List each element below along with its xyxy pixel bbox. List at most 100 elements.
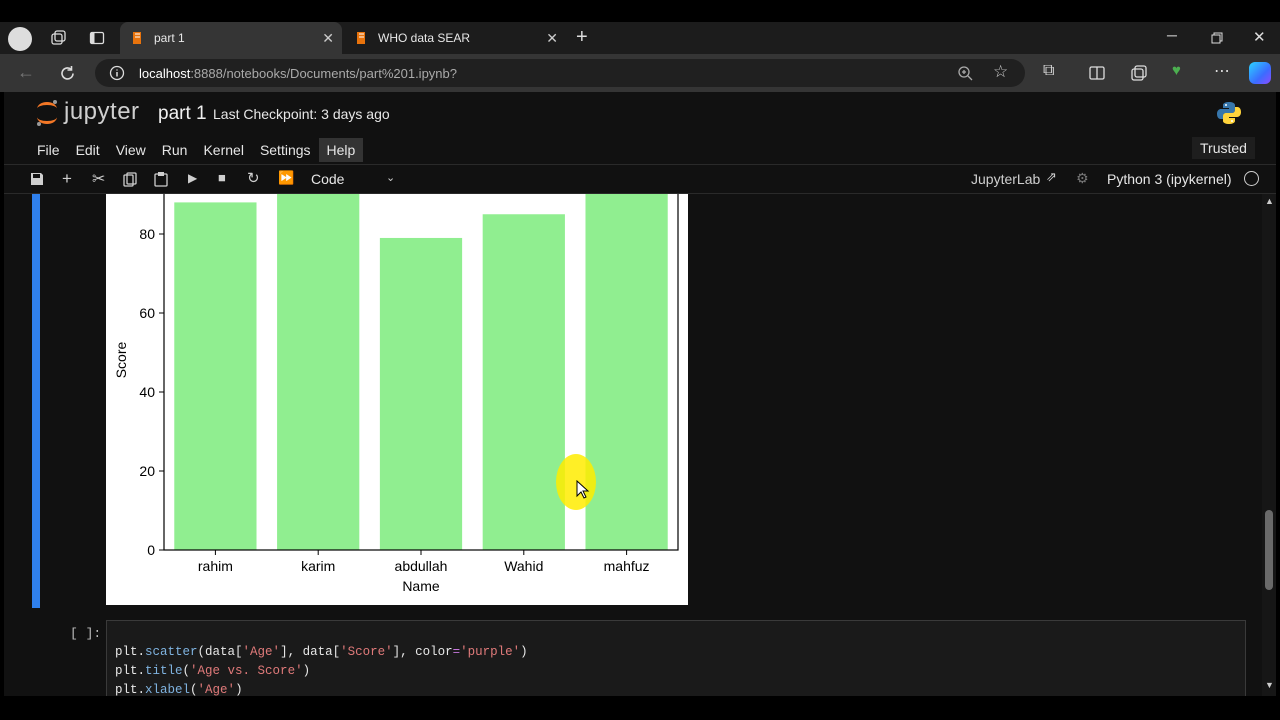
code-token: (data[ bbox=[197, 645, 243, 659]
notebook-area: 0 20 40 60 80 rahim karim abdullah Wahid mahfuz … bbox=[4, 194, 1276, 696]
code-token: plt. bbox=[115, 645, 146, 659]
code-cell-editor[interactable]: plt.scatter(data['Age'], data['Score'], … bbox=[106, 620, 1246, 696]
site-info-icon[interactable] bbox=[109, 65, 125, 81]
restart-run-all-icon[interactable]: ⏩ bbox=[278, 170, 294, 186]
chevron-down-icon[interactable]: ⌄ bbox=[386, 171, 395, 184]
extensions-icon[interactable]: ⧉ bbox=[1043, 62, 1054, 80]
active-cell-indicator[interactable] bbox=[32, 194, 40, 608]
code-token: ) bbox=[302, 664, 311, 678]
y-tick-label: 40 bbox=[139, 384, 155, 400]
external-link-icon[interactable]: ⇗ bbox=[1046, 169, 1057, 185]
close-tab-icon[interactable]: ✕ bbox=[546, 30, 558, 47]
notebook-scrollbar[interactable]: ▲ ▼ bbox=[1262, 194, 1276, 696]
menu-file[interactable]: File bbox=[29, 138, 68, 162]
scrollbar-thumb[interactable] bbox=[1265, 510, 1273, 590]
back-icon[interactable]: ← bbox=[17, 62, 35, 83]
bar-chart: 020406080 rahim karim abdullah Wahid mahfuz … bbox=[113, 194, 679, 594]
code-line: plt.scatter(data['Age'], data['Score'], … bbox=[115, 645, 528, 659]
close-window-icon[interactable]: ✕ bbox=[1253, 28, 1266, 46]
copilot-icon[interactable] bbox=[1249, 62, 1271, 84]
zoom-icon[interactable] bbox=[957, 65, 973, 81]
tab-who-data-sear[interactable]: WHO data SEAR ✕ bbox=[344, 22, 566, 54]
menu-view[interactable]: View bbox=[108, 138, 154, 162]
paste-icon[interactable] bbox=[154, 171, 168, 187]
address-bar[interactable]: localhost:8888/notebooks/Documents/part%… bbox=[95, 59, 1025, 87]
jupyter-logo-text: jupyter bbox=[64, 98, 140, 125]
code-line: plt.xlabel('Age') bbox=[115, 683, 243, 696]
kernel-name[interactable]: Python 3 (ipykernel) bbox=[1107, 171, 1232, 187]
scroll-up-icon[interactable]: ▲ bbox=[1265, 196, 1274, 206]
bar-mahfuz bbox=[585, 194, 668, 550]
browser-essentials-icon[interactable]: ♥ bbox=[1172, 62, 1181, 79]
run-cell-icon[interactable]: ▶ bbox=[188, 171, 197, 185]
notebook-toolbar: + ✂ ▶ ■ ↻ ⏩ Code ⌄ JupyterLab ⇗ ⚙ Python… bbox=[4, 164, 1276, 194]
checkpoint-status: Last Checkpoint: 3 days ago bbox=[213, 106, 390, 122]
cell-type-select[interactable]: Code bbox=[311, 171, 344, 187]
code-token: plt. bbox=[115, 664, 146, 678]
jupyter-header: jupyter part 1 Last Checkpoint: 3 days a… bbox=[4, 92, 1276, 136]
collections-icon[interactable] bbox=[1131, 65, 1147, 81]
close-tab-icon[interactable]: ✕ bbox=[322, 30, 334, 47]
kernel-status-icon bbox=[1244, 171, 1259, 186]
menu-settings[interactable]: Settings bbox=[252, 138, 319, 162]
notebook-favicon-icon bbox=[133, 32, 141, 44]
menu-edit[interactable]: Edit bbox=[68, 138, 108, 162]
browser-tab-strip: part 1 ✕ WHO data SEAR ✕ + ─ ✕ bbox=[0, 22, 1280, 54]
add-cell-icon[interactable]: + bbox=[62, 169, 72, 189]
restore-icon[interactable] bbox=[1211, 32, 1223, 44]
x-tick-label: abdullah bbox=[395, 558, 448, 574]
code-token: ( bbox=[182, 664, 191, 678]
notebook-favicon-icon bbox=[357, 32, 365, 44]
cell-prompt: [ ]: bbox=[70, 626, 102, 641]
new-tab-icon[interactable]: + bbox=[576, 26, 588, 49]
tab-actions-icon[interactable] bbox=[89, 30, 105, 46]
save-icon[interactable] bbox=[30, 172, 44, 186]
code-token: 'Score' bbox=[340, 645, 393, 659]
code-token: title bbox=[145, 664, 183, 678]
code-token: = bbox=[452, 645, 461, 659]
refresh-icon[interactable] bbox=[59, 65, 76, 82]
scroll-down-icon[interactable]: ▼ bbox=[1265, 680, 1274, 690]
y-axis-label: Score bbox=[113, 342, 129, 379]
code-token: plt. bbox=[115, 683, 146, 696]
favorite-star-icon[interactable]: ☆ bbox=[993, 62, 1008, 82]
profile-avatar[interactable] bbox=[8, 27, 32, 51]
interrupt-kernel-icon[interactable]: ■ bbox=[218, 170, 226, 185]
code-token: ( bbox=[190, 683, 198, 696]
bar-rahim bbox=[174, 202, 257, 550]
cut-icon[interactable]: ✂ bbox=[92, 169, 105, 189]
trusted-indicator[interactable]: Trusted bbox=[1192, 137, 1255, 159]
tab-label: part 1 bbox=[154, 31, 185, 45]
code-token: ], color bbox=[392, 645, 453, 659]
split-screen-icon[interactable] bbox=[1089, 65, 1105, 81]
code-line: plt.title('Age vs. Score') bbox=[115, 664, 310, 678]
cell-output-plot: 0 20 40 60 80 rahim karim abdullah Wahid mahfuz … bbox=[106, 194, 688, 605]
restart-kernel-icon[interactable]: ↻ bbox=[247, 169, 260, 187]
more-options-icon[interactable]: ⋯ bbox=[1214, 61, 1230, 81]
notebook-title[interactable]: part 1 bbox=[158, 103, 207, 125]
bar-karim bbox=[277, 194, 360, 550]
settings-gear-icon[interactable]: ⚙ bbox=[1076, 170, 1089, 187]
menu-help[interactable]: Help bbox=[318, 138, 364, 162]
workspaces-icon[interactable] bbox=[50, 30, 66, 46]
code-token: 'Age' bbox=[242, 645, 281, 659]
code-token: scatter bbox=[145, 645, 198, 659]
code-token: 'purple' bbox=[460, 645, 521, 659]
code-token: 'Age vs. Score' bbox=[190, 664, 303, 678]
copy-icon[interactable] bbox=[123, 172, 137, 187]
code-token: 'Age' bbox=[197, 683, 236, 696]
x-tick-label: mahfuz bbox=[604, 558, 650, 574]
jupyterlab-link[interactable]: JupyterLab bbox=[971, 171, 1040, 187]
code-token: ) bbox=[520, 645, 528, 659]
code-token: ) bbox=[235, 683, 243, 696]
menu-run[interactable]: Run bbox=[154, 138, 196, 162]
url-host: localhost bbox=[139, 65, 191, 81]
menu-kernel[interactable]: Kernel bbox=[195, 138, 251, 162]
code-token: xlabel bbox=[145, 683, 191, 696]
minimize-icon[interactable]: ─ bbox=[1167, 27, 1177, 43]
y-tick-label: 20 bbox=[139, 463, 155, 479]
bar-Wahid bbox=[482, 214, 565, 550]
x-tick-label: rahim bbox=[198, 558, 233, 574]
tab-part-1[interactable]: part 1 ✕ bbox=[120, 22, 342, 54]
jupyter-logo-icon[interactable] bbox=[34, 99, 60, 127]
